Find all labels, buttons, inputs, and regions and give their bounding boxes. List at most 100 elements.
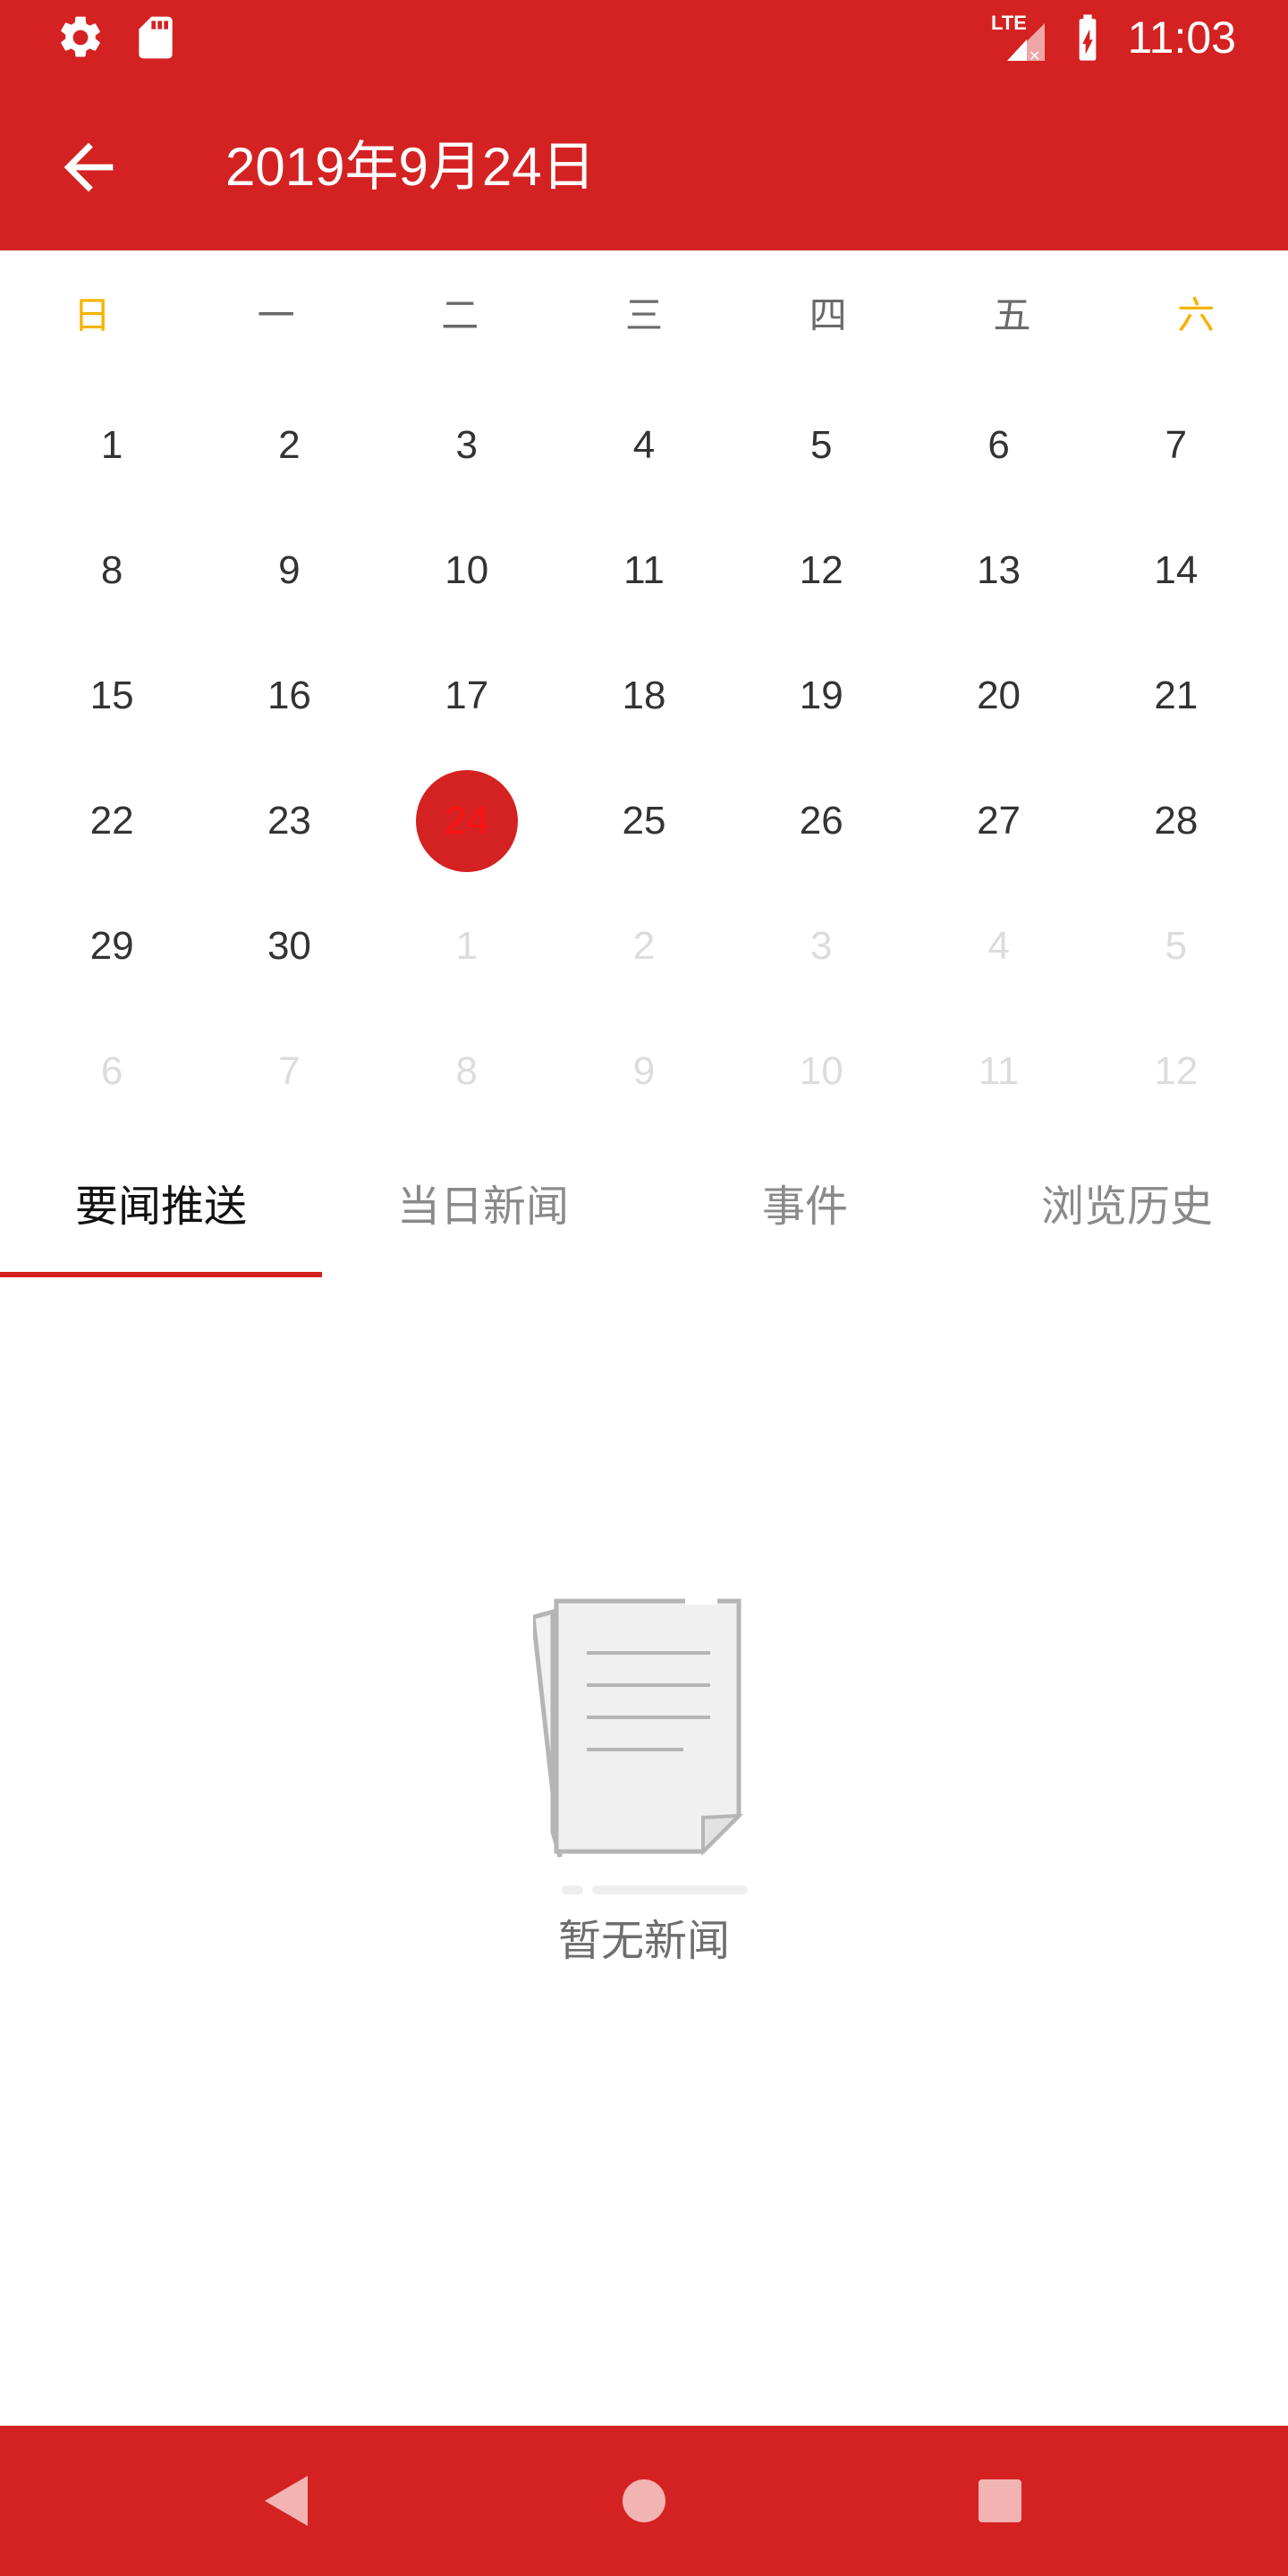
calendar-day-selected[interactable]: 24 [378,758,555,884]
calendar-day-label: 8 [455,1049,478,1093]
tab-3[interactable]: 事件 [644,1154,966,1279]
calendar-day-label: 9 [278,548,301,592]
calendar-day-label: 8 [100,548,123,592]
calendar-day[interactable]: 9 [200,508,377,633]
calendar-day[interactable]: 12 [1088,1009,1265,1134]
calendar-day[interactable]: 6 [23,1009,200,1134]
calendar-day[interactable]: 4 [910,884,1087,1009]
settings-icon [61,16,100,57]
svg-text:✕: ✕ [1029,47,1040,63]
battery-charging-icon [1079,14,1097,61]
calendar-day[interactable]: 10 [378,508,555,633]
calendar-day-label: 7 [278,1049,301,1093]
calendar-day-label: 17 [445,674,489,717]
weekday-label: 三 [625,294,664,336]
calendar-day-label: 1 [100,423,123,467]
calendar-day[interactable]: 7 [200,1009,377,1134]
calendar-day[interactable]: 8 [23,508,200,633]
calendar-day[interactable]: 6 [910,383,1087,508]
weekday-label: 六 [1177,294,1216,336]
calendar-day-label: 2 [632,924,656,968]
calendar-day-label: 1 [455,924,478,968]
empty-message: 暂无新闻 [557,1918,730,1965]
calendar-day[interactable]: 22 [23,758,200,884]
nav-recents-icon[interactable] [964,2465,1036,2537]
signal-icon: LTE ✕ [991,13,1048,63]
calendar-day[interactable]: 18 [555,633,733,758]
calendar-day[interactable]: 30 [200,884,377,1009]
calendar-day[interactable]: 3 [733,884,910,1009]
calendar-day[interactable]: 5 [1088,884,1265,1009]
calendar-day-label: 28 [1154,799,1199,843]
calendar-day-label: 22 [89,799,134,843]
calendar-day[interactable]: 5 [733,383,910,508]
calendar-day-label: 18 [622,674,666,717]
page-title: 2019年9月24日 [225,137,596,197]
calendar-day[interactable]: 15 [23,633,200,758]
calendar-day-label: 30 [267,924,311,968]
calendar-day[interactable]: 1 [23,383,200,508]
nav-back-icon[interactable] [250,2465,322,2537]
calendar-day[interactable]: 11 [910,1009,1087,1134]
status-bar: LTE ✕ 11:03 [0,0,1288,75]
calendar-day-label: 2 [278,423,301,467]
calendar-day-label: 4 [987,924,1010,968]
weekday-label: 日 [72,294,111,336]
calendar-day-label: 6 [100,1049,123,1093]
calendar-day-label: 16 [267,674,311,717]
calendar-day[interactable]: 16 [200,633,377,758]
calendar-day[interactable]: 3 [378,383,555,508]
nav-home-icon[interactable] [608,2465,680,2537]
calendar-day[interactable]: 12 [733,508,910,633]
calendar-day[interactable]: 13 [910,508,1087,633]
calendar-day-label: 6 [987,423,1010,467]
sd-card-icon [139,16,173,59]
clock: 11:03 [1127,13,1236,63]
calendar-day[interactable]: 29 [23,884,200,1009]
calendar-day[interactable]: 21 [1088,633,1265,758]
calendar-day[interactable]: 9 [555,1009,733,1134]
calendar-day-label: 13 [977,548,1021,592]
weekday-label: 二 [441,294,479,336]
calendar-day[interactable]: 2 [200,383,377,508]
calendar-day-label: 23 [267,799,311,843]
calendar-day-label: 25 [622,799,666,843]
calendar-day-label: 11 [623,548,665,592]
calendar-day[interactable]: 17 [378,633,555,758]
calendar-day-label: 10 [445,548,489,592]
calendar-day[interactable]: 7 [1088,383,1265,508]
calendar-day[interactable]: 1 [378,884,555,1009]
calendar-day-label: 3 [455,423,478,467]
empty-document-icon [533,1597,748,1894]
calendar-day[interactable]: 27 [910,758,1087,884]
system-nav-bar [0,2426,1288,2576]
calendar-day-label: 15 [89,674,134,717]
tab-4[interactable]: 浏览历史 [966,1154,1288,1279]
tab-2[interactable]: 当日新闻 [322,1154,644,1279]
tab-1[interactable]: 要闻推送 [0,1154,322,1279]
calendar-day[interactable]: 11 [555,508,733,633]
calendar-day-label: 27 [977,799,1021,843]
calendar-day[interactable]: 8 [378,1009,555,1134]
calendar-day[interactable]: 10 [733,1009,910,1134]
back-arrow-icon[interactable] [52,131,125,204]
calendar-day-label: 21 [1154,674,1199,717]
calendar-day[interactable]: 26 [733,758,910,884]
calendar-day-label: 14 [1154,548,1199,592]
calendar-day-label: 26 [799,799,843,843]
weekday-label: 五 [993,294,1031,336]
calendar-day[interactable]: 2 [555,884,733,1009]
calendar-day[interactable]: 25 [555,758,733,884]
calendar-day[interactable]: 28 [1088,758,1265,884]
calendar-day[interactable]: 20 [910,633,1087,758]
calendar-day[interactable]: 4 [555,383,733,508]
calendar-day-label: 19 [799,674,843,717]
calendar-day-label: 3 [810,924,833,968]
calendar-day-label: 4 [632,423,656,467]
calendar-day[interactable]: 14 [1088,508,1265,633]
calendar-day[interactable]: 23 [200,758,377,884]
calendar-day-label: 9 [632,1049,656,1093]
calendar-day[interactable]: 19 [733,633,910,758]
app-bar: 2019年9月24日 [0,75,1288,250]
empty-state: 暂无新闻 [0,1592,1288,1986]
